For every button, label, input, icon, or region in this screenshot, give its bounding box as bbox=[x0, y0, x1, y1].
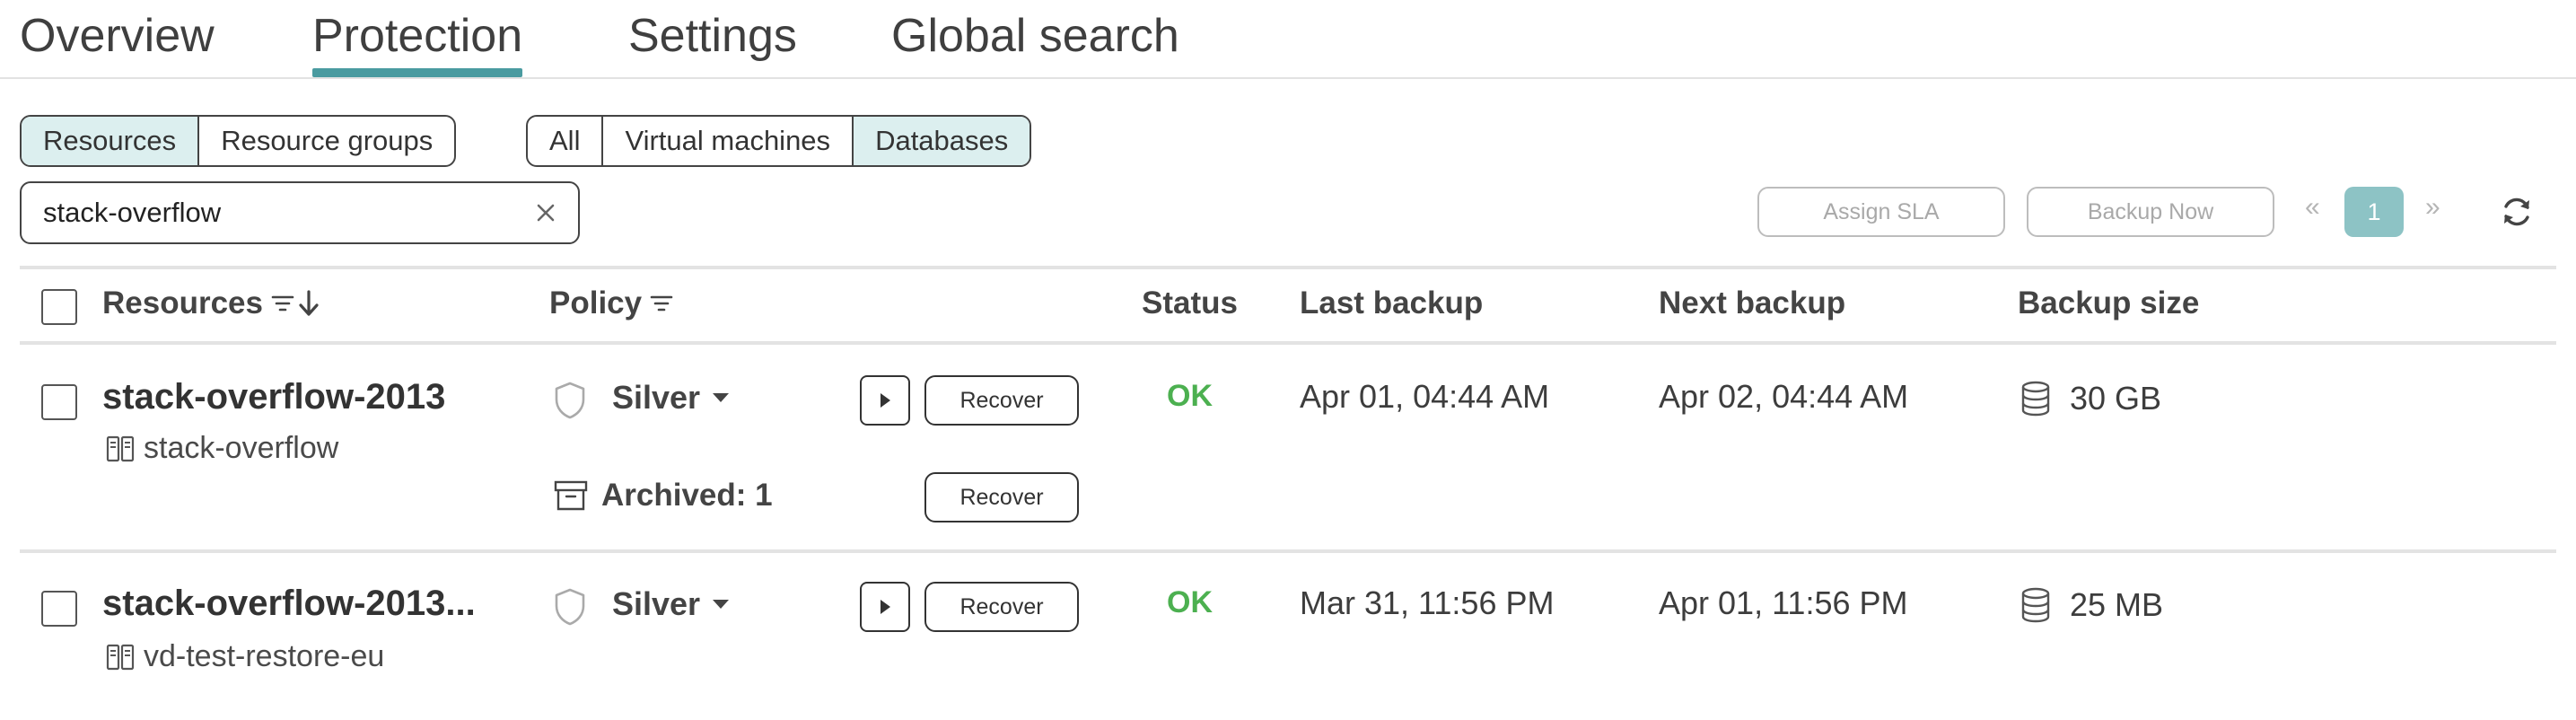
policy-dropdown[interactable]: Silver bbox=[612, 585, 731, 623]
last-backup-time: Mar 31, 11:56 PM bbox=[1300, 584, 1555, 621]
database-icon bbox=[2021, 587, 2050, 623]
select-all-checkbox[interactable] bbox=[41, 289, 77, 325]
row-checkbox[interactable] bbox=[41, 384, 77, 420]
refresh-icon[interactable] bbox=[2497, 192, 2537, 232]
next-backup-time: Apr 01, 11:56 PM bbox=[1659, 584, 1908, 621]
database-icon bbox=[2021, 381, 2050, 417]
view-toggle: Resources Resource groups bbox=[20, 115, 457, 167]
archive-box-icon bbox=[554, 480, 588, 511]
tab-protection[interactable]: Protection bbox=[312, 4, 523, 77]
column-header-next-backup: Next backup bbox=[1659, 285, 1846, 320]
sort-down-arrow-icon[interactable] bbox=[297, 289, 320, 318]
caret-down-icon bbox=[713, 600, 730, 609]
status-badge: OK bbox=[1167, 585, 1213, 619]
status-badge: OK bbox=[1167, 379, 1213, 413]
close-icon[interactable] bbox=[531, 198, 560, 227]
pager-current-page[interactable]: 1 bbox=[2344, 187, 2404, 237]
filter-icon[interactable] bbox=[649, 291, 674, 316]
column-header-status: Status bbox=[1142, 285, 1238, 320]
last-backup-time: Apr 01, 04:44 AM bbox=[1300, 378, 1550, 415]
tab-global-search[interactable]: Global search bbox=[891, 4, 1179, 68]
tab-settings[interactable]: Settings bbox=[628, 4, 797, 68]
backup-size: 30 GB bbox=[2020, 380, 2161, 417]
filter-icon[interactable] bbox=[270, 291, 295, 316]
run-backup-button[interactable] bbox=[860, 375, 910, 426]
table-header-divider bbox=[20, 341, 2556, 345]
view-resources-button[interactable]: Resources bbox=[22, 117, 200, 165]
filter-virtual-machines-button[interactable]: Virtual machines bbox=[603, 117, 854, 165]
tab-overview[interactable]: Overview bbox=[20, 4, 215, 68]
type-filter: All Virtual machines Databases bbox=[526, 115, 1032, 167]
column-header-backup-size: Backup size bbox=[2018, 285, 2200, 320]
pager-next-button[interactable]: » bbox=[2425, 192, 2440, 223]
column-header-policy[interactable]: Policy bbox=[549, 285, 674, 321]
column-header-resources[interactable]: Resources bbox=[102, 285, 320, 321]
resource-name[interactable]: stack-overflow-2013... bbox=[102, 584, 476, 624]
play-icon bbox=[881, 393, 890, 408]
shield-icon bbox=[555, 382, 585, 419]
resource-subtitle: vd-test-restore-eu bbox=[106, 639, 384, 674]
view-resource-groups-button[interactable]: Resource groups bbox=[199, 117, 454, 165]
backup-now-button[interactable]: Backup Now bbox=[2027, 187, 2274, 237]
caret-down-icon bbox=[713, 393, 730, 402]
search-input[interactable] bbox=[22, 183, 524, 242]
shield-icon bbox=[555, 588, 585, 626]
recover-button[interactable]: Recover bbox=[924, 582, 1079, 632]
filter-all-button[interactable]: All bbox=[528, 117, 604, 165]
database-server-icon bbox=[106, 435, 135, 461]
table-top-divider bbox=[20, 266, 2556, 269]
next-backup-time: Apr 02, 04:44 AM bbox=[1659, 378, 1909, 415]
policy-dropdown[interactable]: Silver bbox=[612, 379, 731, 417]
row-divider bbox=[20, 549, 2556, 553]
database-server-icon bbox=[106, 644, 135, 670]
recover-button[interactable]: Recover bbox=[924, 375, 1079, 426]
resource-subtitle: stack-overflow bbox=[106, 431, 338, 466]
backup-size: 25 MB bbox=[2020, 586, 2163, 624]
pager-prev-button[interactable]: « bbox=[2305, 192, 2320, 223]
search-box bbox=[20, 181, 580, 244]
tab-bar: Overview Protection Settings Global sear… bbox=[0, 0, 2576, 79]
resource-name[interactable]: stack-overflow-2013 bbox=[102, 377, 445, 417]
column-header-last-backup: Last backup bbox=[1300, 285, 1484, 320]
filter-databases-button[interactable]: Databases bbox=[854, 117, 1030, 165]
row-checkbox[interactable] bbox=[41, 591, 77, 627]
assign-sla-button[interactable]: Assign SLA bbox=[1757, 187, 2005, 237]
recover-archived-button[interactable]: Recover bbox=[924, 472, 1079, 522]
archived-count: Archived: 1 bbox=[553, 478, 773, 514]
run-backup-button[interactable] bbox=[860, 582, 910, 632]
play-icon bbox=[881, 600, 890, 614]
